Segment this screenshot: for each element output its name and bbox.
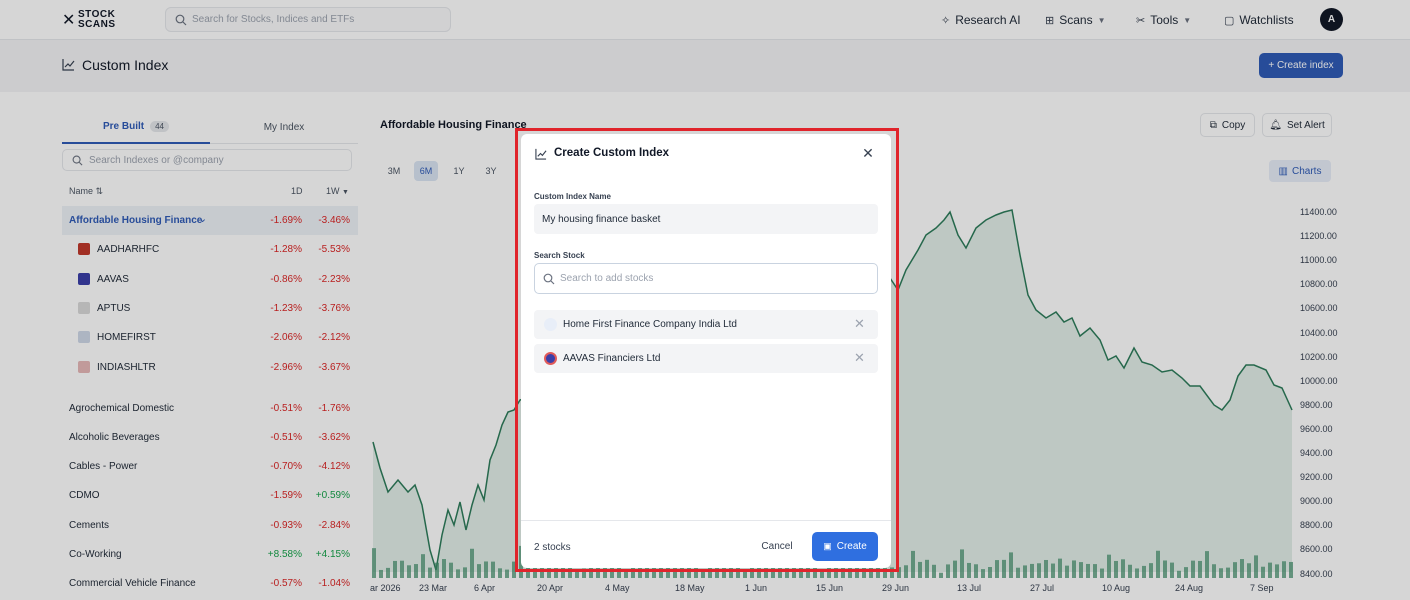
stock-count: 2 stocks — [534, 542, 571, 553]
index-name-label: Custom Index Name — [534, 192, 611, 201]
chart-line-icon — [535, 148, 547, 160]
selected-stock-item: Home First Finance Company India Ltd ✕ — [534, 310, 878, 339]
close-icon[interactable]: ✕ — [861, 146, 875, 160]
create-custom-index-dialog: Create Custom Index ✕ Custom Index Name … — [521, 134, 891, 568]
selected-stock-item: AAVAS Financiers Ltd ✕ — [534, 344, 878, 373]
stock-name: AAVAS Financiers Ltd — [563, 353, 661, 364]
dialog-footer: 2 stocks Cancel ▣ Create — [521, 520, 891, 568]
homefirst-logo-icon — [544, 318, 557, 331]
cancel-button[interactable]: Cancel — [754, 533, 800, 559]
search-icon — [543, 273, 555, 285]
remove-stock-icon[interactable]: ✕ — [854, 351, 865, 364]
dialog-title: Create Custom Index — [554, 147, 670, 159]
aavas-logo-icon — [544, 352, 557, 365]
create-label: Create — [836, 541, 867, 552]
stock-search-input[interactable] — [560, 270, 860, 287]
stock-name: Home First Finance Company India Ltd — [563, 319, 737, 330]
create-button[interactable]: ▣ Create — [812, 532, 878, 561]
index-name-field[interactable] — [534, 204, 878, 234]
search-stock-label: Search Stock — [534, 251, 585, 260]
remove-stock-icon[interactable]: ✕ — [854, 317, 865, 330]
save-icon: ▣ — [823, 541, 832, 551]
stock-search — [534, 263, 878, 294]
